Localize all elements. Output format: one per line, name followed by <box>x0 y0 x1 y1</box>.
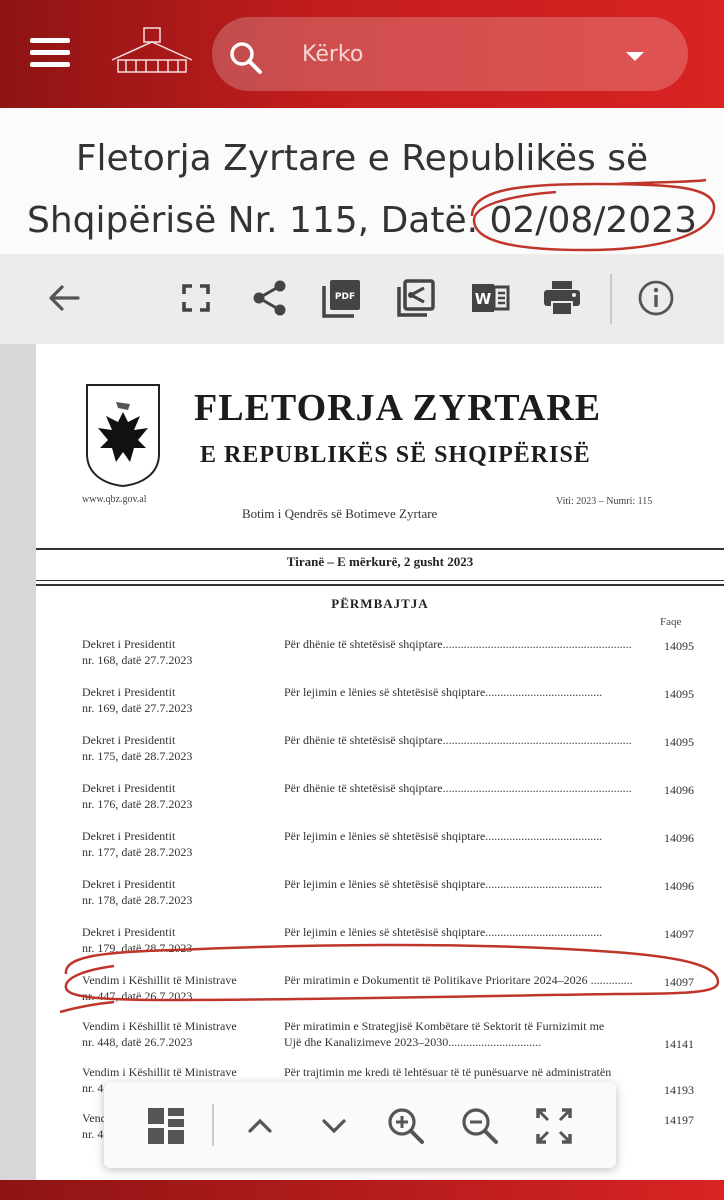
entry-subject-line: Për lejimin e lënies së shtetësisë shqip… <box>284 685 603 699</box>
entry-subject: Për lejimin e lënies së shtetësisë shqip… <box>284 876 648 892</box>
toolbar-divider <box>212 1104 214 1146</box>
entry-subject-line: Ujë dhe Kanalizimeve 2023–2030..........… <box>284 1035 542 1049</box>
title-line-2-prefix: Shqipërisë Nr. 115, Datë. <box>26 200 490 241</box>
list-item: Dekret i Presidentit nr. 177, datë 28.7.2… <box>36 828 724 874</box>
entry-subject-line: Për lejimin e lënies së shtetësisë shqip… <box>284 829 603 843</box>
zoom-in-icon[interactable] <box>384 1104 428 1148</box>
entry-number: nr. 448, datë 26.7.2023 <box>82 1035 193 1049</box>
annotation-circle <box>59 943 720 1014</box>
entry-page-number: 14193 <box>664 1083 694 1097</box>
entry-issuer: Dekret i Presidentit nr. 175, datë 28.7.2… <box>82 732 272 764</box>
publisher-label: Botim i Qendrës së Botimeve Zyrtare <box>242 506 438 521</box>
gazette-title: FLETORJA ZYRTARE <box>194 387 602 429</box>
entry-page-number: 14096 <box>664 831 694 845</box>
divider <box>36 580 724 581</box>
entry-issuer: Dekret i Presidentit nr. 176, datë 28.7.2… <box>82 780 272 812</box>
entry-page-number: 14095 <box>664 687 694 701</box>
entry-issuer: Dekret i Presidentit nr. 168, datë 27.7.2… <box>82 636 272 668</box>
menu-icon[interactable] <box>30 38 70 70</box>
entry-page-number: 14095 <box>664 639 694 653</box>
entry-issuer-line: Dekret i Presidentit <box>82 877 176 891</box>
entry-page-number: 14141 <box>664 1037 694 1051</box>
entry-subject: Për lejimin e lënies së shtetësisë shqip… <box>284 684 648 700</box>
word-icon[interactable]: W <box>470 278 510 318</box>
thumbnails-icon[interactable] <box>144 1104 188 1148</box>
entry-issuer: Dekret i Presidentit nr. 177, datë 28.7.2… <box>82 828 272 860</box>
entry-page-number: 14095 <box>664 735 694 749</box>
chevron-up-icon[interactable] <box>238 1104 282 1148</box>
entry-subject-line: Për dhënie të shtetësisë shqiptare......… <box>284 637 632 651</box>
list-item: Dekret i Presidentit nr. 169, datë 27.7.2… <box>36 684 724 730</box>
page-column-label: Faqe <box>660 616 682 628</box>
website-label: www.qbz.gov.al <box>82 494 147 505</box>
entry-subject: Për dhënie të shtetësisë shqiptare......… <box>284 732 648 748</box>
info-icon[interactable] <box>636 278 676 318</box>
export-icon[interactable] <box>396 278 436 318</box>
entry-subject: Për miratimin e Strategjisë Kombëtare të… <box>284 1018 648 1050</box>
logo[interactable] <box>104 22 200 82</box>
entry-issuer-line: Dekret i Presidentit <box>82 781 176 795</box>
entry-subject-line: Për dhënie të shtetësisë shqiptare......… <box>284 733 632 747</box>
entry-issuer: Dekret i Presidentit nr. 178, datë 28.7.2… <box>82 876 272 908</box>
issue-info: Viti: 2023 – Numri: 115 <box>556 496 653 507</box>
entry-number: nr. 176, datë 28.7.2023 <box>82 797 193 811</box>
back-arrow-icon[interactable] <box>44 278 84 318</box>
divider <box>36 548 724 550</box>
document-title-area: Fletorja Zyrtare e Republikës së Shqipër… <box>0 108 724 254</box>
entry-page-number: 14096 <box>664 879 694 893</box>
entry-issuer-line: Dekret i Presidentit <box>82 733 176 747</box>
share-icon[interactable] <box>250 278 290 318</box>
toolbar-divider <box>610 274 612 324</box>
fullscreen-icon[interactable] <box>176 278 216 318</box>
entry-page-number: 14096 <box>664 783 694 797</box>
list-item: Vendim i Këshillit të Ministrave nr. 448,… <box>36 1018 724 1064</box>
viewer-toolbar: PDF W <box>0 254 724 344</box>
entry-subject: Për dhënie të shtetësisë shqiptare......… <box>284 636 648 652</box>
gazette-subtitle: E REPUBLIKËS SË SHQIPËRISË <box>200 442 591 468</box>
page-navigation-toolbar <box>104 1082 616 1168</box>
annotation-circle <box>470 178 716 252</box>
document-page: www.qbz.gov.al FLETORJA ZYRTARE E REPUBL… <box>36 344 724 1180</box>
search-icon[interactable] <box>228 40 264 76</box>
fit-page-icon[interactable] <box>532 1104 576 1148</box>
entry-issuer-line: Dekret i Presidentit <box>82 637 176 651</box>
pdf-icon[interactable]: PDF <box>322 278 362 318</box>
list-item: Dekret i Presidentit nr. 176, datë 28.7.2… <box>36 780 724 826</box>
list-item: Dekret i Presidentit nr. 178, datë 28.7.2… <box>36 876 724 922</box>
app-header <box>0 0 724 108</box>
chevron-down-icon[interactable] <box>626 52 644 61</box>
entry-number: nr. 177, datë 28.7.2023 <box>82 845 193 859</box>
contents-heading: PËRMBAJTJA <box>331 596 429 611</box>
entry-page-number: 14197 <box>664 1113 694 1127</box>
zoom-out-icon[interactable] <box>458 1104 502 1148</box>
list-item: Dekret i Presidentit nr. 175, datë 28.7.2… <box>36 732 724 778</box>
list-item: Dekret i Presidentit nr. 168, datë 27.7.2… <box>36 636 724 682</box>
search-input[interactable] <box>300 30 604 78</box>
entry-issuer-line: Dekret i Presidentit <box>82 829 176 843</box>
entry-issuer-line: Vendim i Këshillit të Ministrave <box>82 1065 237 1079</box>
entry-subject: Për lejimin e lënies së shtetësisë shqip… <box>284 828 648 844</box>
albanian-emblem-icon <box>86 384 160 488</box>
entry-issuer: Vendim i Këshillit të Ministrave nr. 448,… <box>82 1018 272 1050</box>
entry-subject-line: Për lejimin e lënies së shtetësisë shqip… <box>284 877 603 891</box>
entry-number: nr. 175, datë 28.7.2023 <box>82 749 193 763</box>
entry-subject: Për dhënie të shtetësisë shqiptare......… <box>284 780 648 796</box>
divider <box>36 584 724 586</box>
entry-issuer: Dekret i Presidentit nr. 169, datë 27.7.2… <box>82 684 272 716</box>
entry-number: nr. 168, datë 27.7.2023 <box>82 653 193 667</box>
entry-subject-line: Për trajtimin me kredi të lehtësuar të t… <box>284 1065 612 1079</box>
svg-text:W: W <box>475 290 492 308</box>
entry-subject-line: Për dhënie të shtetësisë shqiptare......… <box>284 781 632 795</box>
bottom-bar <box>0 1180 724 1200</box>
dateline: Tiranë – E mërkurë, 2 gusht 2023 <box>286 554 474 569</box>
entry-number: nr. 169, datë 27.7.2023 <box>82 701 193 715</box>
entry-issuer-line: Dekret i Presidentit <box>82 685 176 699</box>
entry-number: nr. 178, datë 28.7.2023 <box>82 893 193 907</box>
chevron-down-icon[interactable] <box>312 1104 356 1148</box>
pdf-label: PDF <box>335 292 355 302</box>
print-icon[interactable] <box>542 278 582 318</box>
